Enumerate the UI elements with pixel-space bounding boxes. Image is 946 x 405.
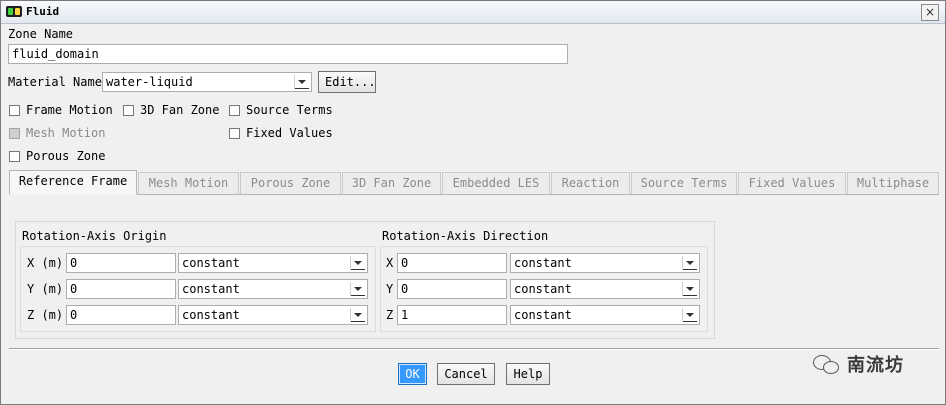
chevron-down-icon — [682, 256, 697, 270]
checkbox-box — [229, 104, 240, 116]
fan-zone-label: 3D Fan Zone — [140, 103, 220, 117]
ok-button[interactable]: OK — [398, 363, 427, 385]
direction-z-method-dropdown[interactable]: constant — [510, 305, 700, 325]
close-button[interactable]: × — [921, 4, 939, 21]
footer-separator — [9, 348, 939, 350]
chevron-down-icon — [350, 282, 365, 296]
title-bar[interactable]: Fluid × — [1, 1, 945, 24]
origin-z-input[interactable]: 0 — [66, 305, 176, 325]
tab-3d-fan-zone[interactable]: 3D Fan Zone — [342, 172, 441, 194]
chevron-down-icon — [350, 256, 365, 270]
tab-fixed-values[interactable]: Fixed Values — [738, 172, 846, 194]
fixed-values-label: Fixed Values — [246, 126, 333, 140]
checkbox-box — [229, 127, 240, 139]
watermark: 南流坊 — [813, 351, 904, 377]
direction-y-label: Y — [386, 282, 394, 296]
origin-y-input[interactable]: 0 — [66, 279, 176, 299]
window-title: Fluid — [26, 5, 60, 18]
direction-z-input[interactable]: 1 — [397, 305, 507, 325]
direction-x-method-value: constant — [514, 256, 572, 270]
origin-y-method-value: constant — [182, 282, 240, 296]
tab-mesh-motion[interactable]: Mesh Motion — [138, 172, 239, 194]
mesh-motion-checkbox: Mesh Motion — [9, 126, 105, 140]
rotation-axis-origin-title: Rotation-Axis Origin — [22, 229, 167, 243]
tab-porous-zone[interactable]: Porous Zone — [240, 172, 341, 194]
chevron-down-icon — [682, 308, 697, 322]
direction-x-label: X — [386, 256, 394, 270]
origin-z-method-dropdown[interactable]: constant — [178, 305, 368, 325]
watermark-text: 南流坊 — [847, 355, 904, 376]
fan-zone-checkbox[interactable]: 3D Fan Zone — [123, 103, 219, 117]
fixed-values-checkbox[interactable]: Fixed Values — [229, 126, 333, 140]
origin-x-label: X (m) — [27, 256, 64, 270]
origin-y-label: Y (m) — [27, 282, 64, 296]
porous-zone-checkbox[interactable]: Porous Zone — [9, 149, 105, 163]
origin-y-method-dropdown[interactable]: constant — [178, 279, 368, 299]
direction-x-method-dropdown[interactable]: constant — [510, 253, 700, 273]
chat-bubble-shape — [823, 361, 839, 374]
wechat-icon — [813, 353, 841, 375]
chevron-down-icon — [350, 308, 365, 322]
checkbox-box — [123, 104, 134, 116]
mesh-motion-label: Mesh Motion — [26, 126, 106, 140]
frame-motion-checkbox[interactable]: Frame Motion — [9, 103, 113, 117]
rotation-axis-direction-title: Rotation-Axis Direction — [382, 229, 549, 243]
fluent-app-icon — [6, 6, 22, 17]
zone-name-input[interactable]: fluid_domain — [8, 44, 568, 64]
tab-source-terms[interactable]: Source Terms — [631, 172, 737, 194]
checkbox-box — [9, 150, 20, 162]
material-name-label: Material Name — [8, 75, 102, 89]
tab-reference-frame[interactable]: Reference Frame — [9, 170, 137, 195]
zone-name-label: Zone Name — [8, 27, 74, 41]
tab-multiphase[interactable]: Multiphase — [847, 172, 939, 194]
tab-reaction[interactable]: Reaction — [551, 172, 630, 194]
direction-y-input[interactable]: 0 — [397, 279, 507, 299]
help-button[interactable]: Help — [506, 363, 550, 385]
material-name-value: water-liquid — [106, 75, 193, 89]
direction-y-method-value: constant — [514, 282, 572, 296]
origin-z-label: Z (m) — [27, 308, 64, 322]
direction-z-method-value: constant — [514, 308, 572, 322]
checkbox-box — [9, 127, 20, 139]
direction-z-label: Z — [386, 308, 394, 322]
material-name-dropdown[interactable]: water-liquid — [102, 72, 312, 92]
cancel-button[interactable]: Cancel — [437, 363, 495, 385]
chevron-down-icon — [294, 75, 309, 89]
origin-x-input[interactable]: 0 — [66, 253, 176, 273]
fluid-dialog: Fluid × Zone Name fluid_domain Material … — [0, 0, 946, 405]
checkbox-box — [9, 104, 20, 116]
frame-motion-label: Frame Motion — [26, 103, 113, 117]
edit-material-button[interactable]: Edit... — [318, 71, 376, 93]
chevron-down-icon — [682, 282, 697, 296]
tab-embedded-les[interactable]: Embedded LES — [442, 172, 550, 194]
porous-zone-label: Porous Zone — [26, 149, 106, 163]
source-terms-label: Source Terms — [246, 103, 333, 117]
origin-x-method-value: constant — [182, 256, 240, 270]
origin-z-method-value: constant — [182, 308, 240, 322]
direction-y-method-dropdown[interactable]: constant — [510, 279, 700, 299]
close-icon: × — [924, 5, 936, 19]
origin-x-method-dropdown[interactable]: constant — [178, 253, 368, 273]
direction-x-input[interactable]: 0 — [397, 253, 507, 273]
tab-bar: Reference Frame Mesh Motion Porous Zone … — [9, 170, 939, 195]
source-terms-checkbox[interactable]: Source Terms — [229, 103, 333, 117]
